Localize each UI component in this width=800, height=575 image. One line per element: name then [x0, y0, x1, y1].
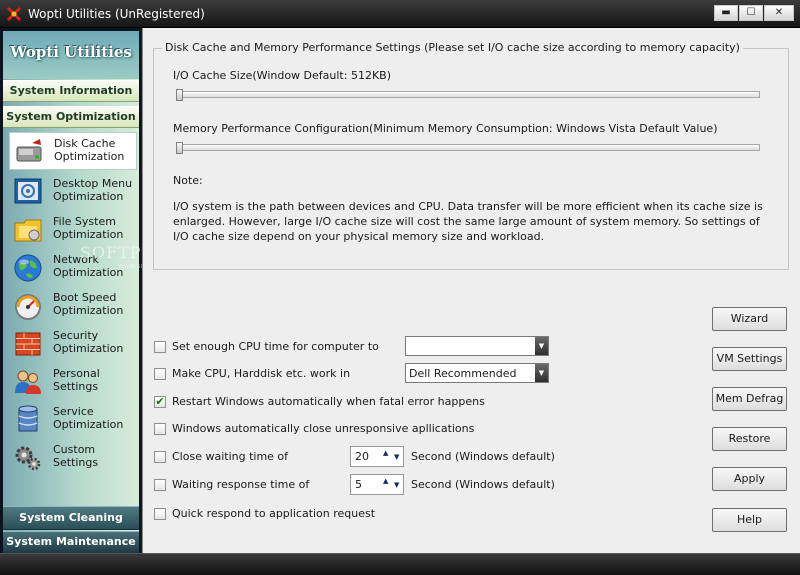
- title-bar: Wopti Utilities (UnRegistered) ▬ ☐ ✕: [0, 0, 800, 28]
- minimize-button[interactable]: ▬: [714, 5, 738, 21]
- cpu-harddisk-value: Dell Recommended: [409, 367, 517, 380]
- sidebar-item-label: Desktop Menu Optimization: [53, 177, 133, 203]
- sidebar-item-label: Service Optimization: [53, 405, 124, 431]
- close-waiting-value: 20: [355, 450, 369, 463]
- main-panel: Disk Cache and Memory Performance Settin…: [142, 28, 800, 553]
- memory-config-slider-thumb[interactable]: [176, 142, 183, 154]
- waiting-response-value: 5: [355, 478, 362, 491]
- close-button[interactable]: ✕: [764, 5, 794, 21]
- disk-cache-settings-group: Disk Cache and Memory Performance Settin…: [153, 41, 789, 270]
- app-logo-text: Wopti Utilities: [10, 43, 132, 61]
- sidebar-item-desktop-menu[interactable]: Desktop Menu Optimization: [9, 173, 137, 211]
- sidebar: Wopti Utilities System Information Syste…: [0, 28, 141, 553]
- boot-speed-icon: [15, 294, 41, 320]
- category-system-information[interactable]: System Information: [3, 80, 139, 102]
- sidebar-item-personal[interactable]: Personal Settings: [9, 363, 137, 401]
- cpu-time-label: Set enough CPU time for computer to: [172, 340, 379, 353]
- waiting-response-spinner[interactable]: 5 ▲ ▼: [350, 474, 404, 495]
- close-unresponsive-label: Windows automatically close unresponsive…: [172, 422, 475, 435]
- cpu-harddisk-checkbox[interactable]: [154, 368, 166, 380]
- restart-windows-label: Restart Windows automatically when fatal…: [172, 395, 485, 408]
- app-logo-icon: [6, 6, 22, 22]
- group-legend: Disk Cache and Memory Performance Settin…: [162, 41, 743, 54]
- sidebar-panel: Wopti Utilities System Information Syste…: [3, 31, 139, 553]
- spin-down-icon[interactable]: ▼: [394, 453, 399, 461]
- sidebar-item-label: Disk Cache Optimization: [54, 137, 125, 163]
- cpu-harddisk-dropdown[interactable]: Dell Recommended ▼: [405, 363, 549, 383]
- maximize-button[interactable]: ☐: [739, 5, 763, 21]
- sidebar-item-label: File System Optimization: [53, 215, 124, 241]
- quick-respond-checkbox[interactable]: [154, 508, 166, 520]
- note-title: Note:: [173, 174, 203, 187]
- wizard-button[interactable]: Wizard: [712, 307, 787, 331]
- sidebar-item-label: Personal Settings: [53, 367, 100, 393]
- sidebar-item-label: Boot Speed Optimization: [53, 291, 124, 317]
- restore-button[interactable]: Restore: [712, 427, 787, 451]
- cpu-harddisk-label: Make CPU, Harddisk etc. work in: [172, 367, 351, 380]
- file-system-icon: [14, 219, 42, 242]
- category-system-cleaning[interactable]: System Cleaning: [3, 506, 139, 530]
- sidebar-item-label: Custom Settings: [53, 443, 99, 469]
- sidebar-item-security[interactable]: Security Optimization: [9, 325, 137, 363]
- status-bar: [0, 553, 800, 575]
- disk-cache-icon: [16, 139, 42, 162]
- category-system-optimization[interactable]: System Optimization: [3, 106, 139, 128]
- window-controls: ▬ ☐ ✕: [713, 5, 794, 21]
- category-system-maintenance[interactable]: System Maintenance: [3, 531, 139, 553]
- cpu-time-checkbox[interactable]: [154, 341, 166, 353]
- spin-up-icon[interactable]: ▲: [383, 449, 388, 457]
- waiting-response-suffix: Second (Windows default): [411, 478, 555, 491]
- waiting-response-label: Waiting response time of: [172, 478, 310, 491]
- close-waiting-spinner[interactable]: 20 ▲ ▼: [350, 446, 404, 467]
- sidebar-item-disk-cache[interactable]: Disk Cache Optimization: [9, 132, 137, 170]
- network-globe-icon: [14, 254, 42, 282]
- service-database-icon: [18, 405, 38, 432]
- apply-button[interactable]: Apply: [712, 467, 787, 491]
- sidebar-item-custom[interactable]: Custom Settings: [9, 439, 137, 477]
- close-waiting-suffix: Second (Windows default): [411, 450, 555, 463]
- io-cache-slider-thumb[interactable]: [176, 89, 183, 101]
- desktop-menu-icon: [14, 178, 42, 204]
- security-firewall-icon: [15, 332, 41, 356]
- memory-config-slider[interactable]: [176, 142, 760, 154]
- restart-windows-checkbox[interactable]: ✔: [154, 396, 166, 408]
- custom-gears-icon: [15, 446, 41, 471]
- window-title: Wopti Utilities (UnRegistered): [28, 7, 205, 21]
- chevron-down-icon: ▼: [535, 337, 548, 355]
- cpu-time-dropdown[interactable]: ▼: [405, 336, 549, 356]
- note-text: I/O system is the path between devices a…: [173, 200, 763, 243]
- spin-up-icon[interactable]: ▲: [383, 477, 388, 485]
- vm-settings-button[interactable]: VM Settings: [712, 347, 787, 371]
- waiting-response-checkbox[interactable]: [154, 479, 166, 491]
- sidebar-item-boot-speed[interactable]: Boot Speed Optimization: [9, 287, 137, 325]
- quick-respond-label: Quick respond to application request: [172, 507, 376, 520]
- spin-down-icon[interactable]: ▼: [394, 481, 399, 489]
- io-cache-slider[interactable]: [176, 89, 760, 101]
- sidebar-item-service[interactable]: Service Optimization: [9, 401, 137, 439]
- mem-defrag-button[interactable]: Mem Defrag: [712, 387, 787, 411]
- chevron-down-icon: ▼: [535, 364, 548, 382]
- personal-users-icon: [15, 370, 41, 394]
- close-waiting-checkbox[interactable]: [154, 451, 166, 463]
- help-button[interactable]: Help: [712, 508, 787, 532]
- close-unresponsive-checkbox[interactable]: [154, 423, 166, 435]
- memory-config-label: Memory Performance Configuration(Minimum…: [173, 122, 718, 135]
- close-waiting-label: Close waiting time of: [172, 450, 289, 463]
- sidebar-item-label: Security Optimization: [53, 329, 124, 355]
- logo-area: Wopti Utilities: [3, 31, 139, 79]
- io-cache-label: I/O Cache Size(Window Default: 512KB): [173, 69, 391, 82]
